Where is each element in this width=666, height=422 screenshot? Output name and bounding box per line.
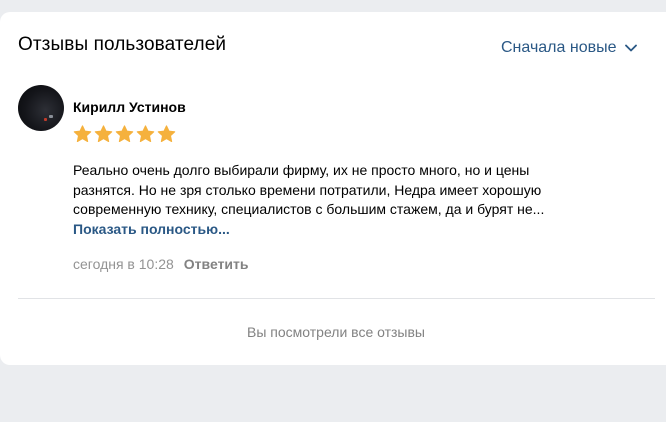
star-icon (115, 125, 134, 143)
review-meta: сегодня в 10:28 Ответить (73, 256, 249, 272)
reply-button[interactable]: Ответить (184, 256, 249, 272)
review-timestamp: сегодня в 10:28 (73, 256, 174, 272)
star-icon (94, 125, 113, 143)
reviews-title: Отзывы пользователей (18, 34, 227, 55)
chevron-down-icon (625, 44, 638, 52)
show-more-link[interactable]: Показать полностью... (73, 221, 230, 237)
review-text-line: современную технику, специалистов с боль… (73, 201, 545, 217)
avatar[interactable] (18, 85, 64, 131)
all-reviews-seen: Вы посмотрели все отзывы (247, 324, 425, 340)
star-rating (73, 125, 176, 143)
sort-label: Сначала новые (501, 39, 617, 56)
divider (18, 298, 655, 299)
review-text-line: Реально очень долго выбирали фирму, их н… (73, 162, 530, 178)
review-text: Реально очень долго выбирали фирму, их н… (73, 161, 633, 220)
review-text-line: разнятся. Но не зря столько времени потр… (73, 181, 542, 198)
reviews-card: Отзывы пользователей Сначала новые Кирил… (0, 12, 666, 365)
star-icon (136, 125, 155, 143)
star-icon (73, 125, 92, 143)
star-icon (157, 125, 176, 143)
sort-dropdown[interactable]: Сначала новые (501, 39, 638, 57)
review-author[interactable]: Кирилл Устинов (73, 99, 186, 115)
